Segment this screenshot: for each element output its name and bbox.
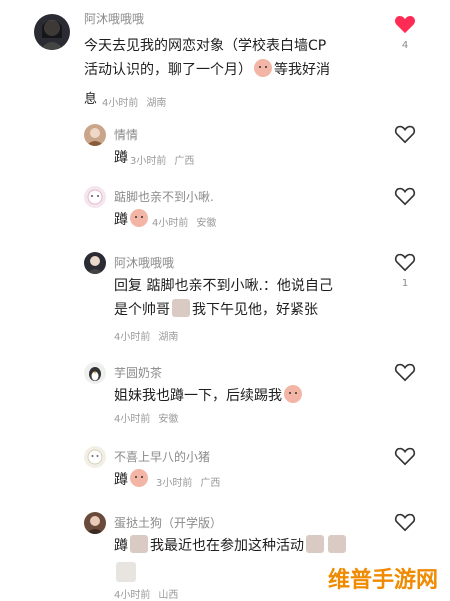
heart-outline-icon[interactable] [394, 512, 416, 532]
comment-location: 广西 [174, 156, 195, 167]
meme-sticker-icon [130, 535, 148, 553]
comment-time: 4小时前 [152, 218, 189, 229]
comment-item: 阿沐哦哦哦 回复 踮脚也亲不到小啾.：他说自己 是个帅哥 我下午见他，好紧张 4小… [0, 248, 450, 348]
comment-meta: 4小时前 湖南 [102, 94, 174, 109]
comment-time: 4小时前 [114, 414, 151, 425]
comment-text-segment: 蹲 [114, 472, 128, 488]
like-count: 1 [401, 278, 409, 289]
comment-text-segment: 等我好消 [274, 62, 330, 78]
comment-text-line: 息 [84, 88, 97, 112]
comment-location: 安徽 [158, 414, 179, 425]
comment-meta: 4小时前 安徽 [152, 214, 224, 229]
avatar[interactable] [84, 124, 106, 146]
comment-time: 4小时前 [114, 332, 151, 343]
meme-sticker-icon [116, 562, 136, 582]
heart-outline-icon[interactable] [394, 124, 416, 144]
commenter-name[interactable]: 踮脚也亲不到小啾. [114, 188, 214, 205]
comment-item: 情情 蹲 3小时前 广西 [0, 120, 450, 180]
comment-text: 蹲 [114, 146, 128, 170]
comment-item: 阿沐哦哦哦 今天去见我的网恋对象（学校表白墙CP 活动认识的，聊了一个月） 等我好… [0, 8, 450, 113]
avatar-image [89, 367, 101, 381]
comment-text-segment: 是个帅哥 [114, 302, 170, 318]
heart-outline-icon[interactable] [394, 186, 416, 206]
comment-text: 蹲 我最近也在参加这种活动 [114, 534, 348, 558]
comment-time: 3小时前 [130, 156, 167, 167]
comment-text-line: 回复 踮脚也亲不到小啾.：他说自己 [114, 278, 333, 294]
comment-text-segment: 我下午见他，好紧张 [192, 302, 318, 318]
peach-sticker-icon [130, 469, 148, 487]
peach-sticker-icon [130, 209, 148, 227]
commenter-name[interactable]: 阿沐哦哦哦 [114, 254, 174, 271]
comment-meta: 3小时前 广西 [156, 474, 228, 489]
comment-meta: 3小时前 广西 [130, 152, 202, 167]
avatar-image [87, 449, 103, 465]
comment-text: 蹲 [114, 468, 150, 492]
comment-item: 不喜上早八的小猪 蹲 3小时前 广西 [0, 442, 450, 502]
heart-outline-icon[interactable] [394, 362, 416, 382]
comment-text-segment: 蹲 [114, 538, 128, 554]
comment-text-line: 是个帅哥 我下午见他，好紧张 [114, 298, 333, 322]
comment-time: 4小时前 [114, 590, 151, 601]
comment-text: 今天去见我的网恋对象（学校表白墙CP 活动认识的，聊了一个月） 等我好消 [84, 34, 330, 82]
comment-meta: 4小时前 安徽 [114, 410, 186, 425]
comment-text-line: 今天去见我的网恋对象（学校表白墙CP [84, 38, 327, 54]
meme-sticker-icon [306, 535, 324, 553]
comment-text: 回复 踮脚也亲不到小啾.：他说自己 是个帅哥 我下午见他，好紧张 [114, 274, 333, 322]
avatar[interactable] [84, 252, 106, 274]
avatar[interactable] [34, 14, 70, 50]
comment-text-line: 活动认识的，聊了一个月） 等我好消 [84, 58, 330, 82]
avatar-image [40, 20, 64, 50]
avatar[interactable] [84, 186, 106, 208]
commenter-name[interactable]: 不喜上早八的小猪 [114, 448, 210, 465]
comment-time: 4小时前 [102, 98, 139, 109]
comment-text: 蹲 [114, 208, 150, 232]
comment-location: 山西 [158, 590, 179, 601]
comment-text-segment: 息 [84, 92, 98, 107]
comment-time: 3小时前 [156, 478, 193, 489]
comment-item: 芋圆奶茶 姐妹我也蹲一下，后续踢我 4小时前 安徽 [0, 358, 450, 428]
avatar[interactable] [84, 362, 106, 384]
avatar-image [86, 516, 104, 534]
meme-sticker-icon [328, 535, 346, 553]
avatar-image [87, 189, 103, 205]
comment-item: 踮脚也亲不到小啾. 蹲 4小时前 安徽 [0, 182, 450, 242]
avatar-image [86, 128, 104, 146]
heart-outline-icon[interactable] [394, 252, 416, 272]
comment-location: 安徽 [196, 218, 217, 229]
peach-sticker-icon [284, 385, 302, 403]
avatar[interactable] [84, 512, 106, 534]
comment-text-segment: 活动认识的，聊了一个月） [84, 62, 252, 78]
comment-text: 姐妹我也蹲一下，后续踢我 [114, 384, 304, 408]
comment-text-segment: 蹲 [114, 212, 128, 228]
comment-text-segment: 蹲 [114, 150, 128, 166]
heart-outline-icon[interactable] [394, 446, 416, 466]
meme-sticker-icon [172, 299, 190, 317]
peach-sticker-icon [254, 59, 272, 77]
avatar-image [87, 256, 103, 274]
comment-text-segment: 姐妹我也蹲一下，后续踢我 [114, 388, 282, 404]
comment-meta: 4小时前 湖南 [114, 328, 186, 343]
watermark-logo: 维普手游网 [327, 568, 438, 593]
avatar[interactable] [84, 446, 106, 468]
commenter-name[interactable]: 芋圆奶茶 [114, 364, 162, 381]
commenter-name[interactable]: 阿沐哦哦哦 [84, 10, 144, 27]
commenter-name[interactable]: 蛋挞土狗（开学版） [114, 514, 222, 531]
like-count: 4 [401, 40, 409, 51]
comment-text-segment: 我最近也在参加这种活动 [150, 538, 304, 554]
comment-location: 湖南 [146, 98, 167, 109]
commenter-name[interactable]: 情情 [114, 126, 138, 143]
comment-location: 广西 [200, 478, 221, 489]
comment-location: 湖南 [158, 332, 179, 343]
heart-filled-icon[interactable] [394, 14, 416, 34]
comment-meta: 4小时前 山西 [114, 586, 186, 601]
